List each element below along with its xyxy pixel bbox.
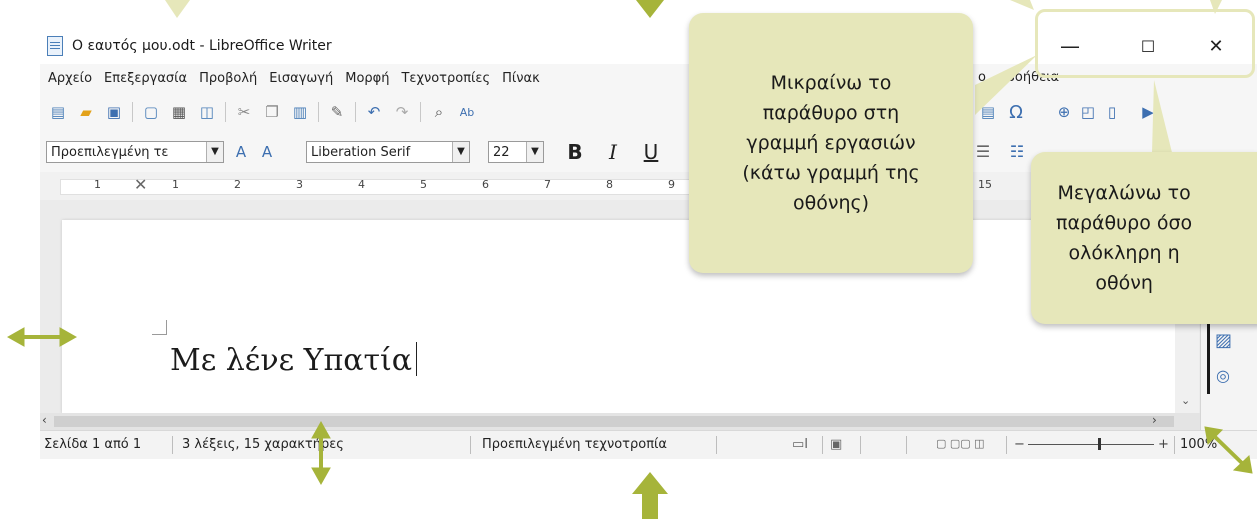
resize-horizontal-arrow <box>6 327 78 347</box>
decorative-tail-top-left <box>165 0 190 18</box>
decorative-tail-top-right-a <box>1010 0 1034 10</box>
callout-tail-minimize <box>975 55 1037 115</box>
arrow-top-center <box>636 0 664 18</box>
resize-vertical-arrow <box>311 420 331 486</box>
decorative-tail-top-right-b <box>1210 0 1222 14</box>
callout-minimize: Μικραίνω το παράθυρο στη γραμμή εργασιών… <box>689 13 973 273</box>
callout-maximize: Μεγαλώνω το παράθυρο όσο ολόκληρη η οθόν… <box>1031 152 1257 324</box>
arrow-up-statusbar <box>632 472 668 519</box>
resize-diagonal-arrow <box>1204 426 1253 474</box>
